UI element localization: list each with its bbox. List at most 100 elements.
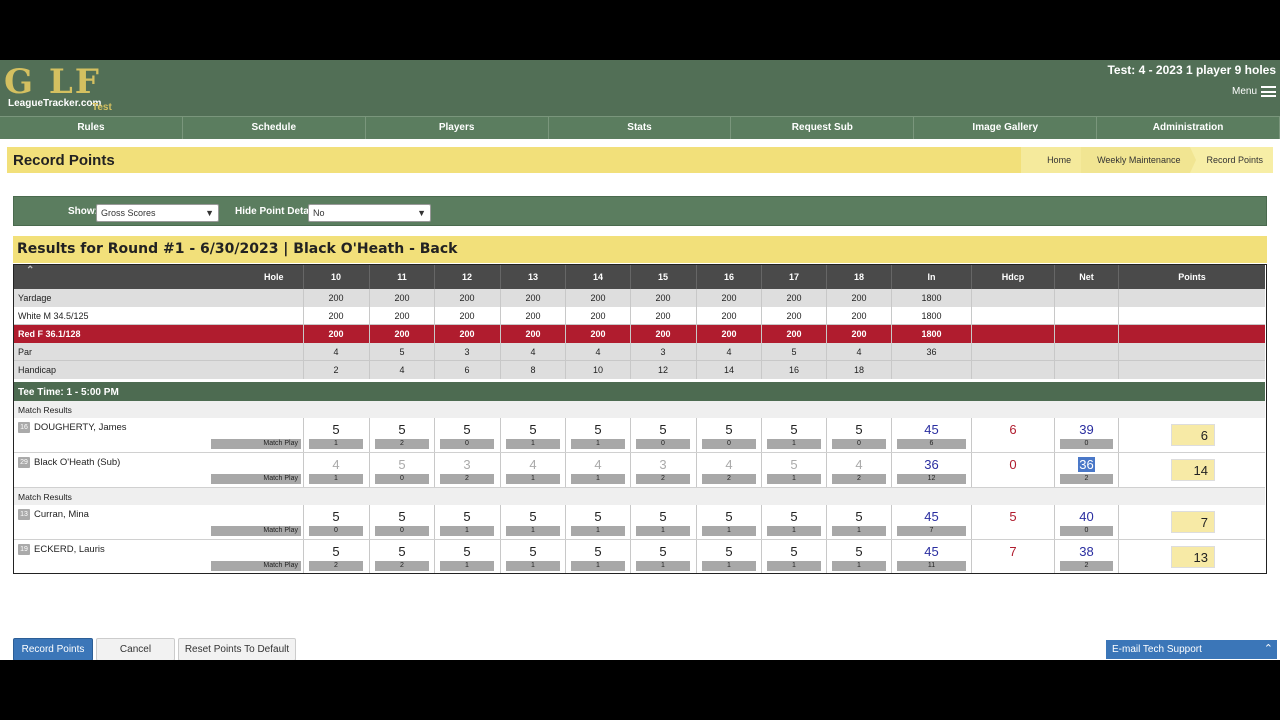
hole-score[interactable]: 5	[304, 544, 368, 559]
info-cell: 16	[761, 361, 826, 379]
reset-points-button[interactable]: Reset Points To Default	[178, 638, 296, 660]
nav-item-players[interactable]: Players	[366, 117, 549, 139]
site-logo[interactable]: G LF LeagueTracker.com Test	[4, 62, 116, 114]
hole-score[interactable]: 3	[631, 457, 695, 472]
hole-score[interactable]: 5	[827, 544, 891, 559]
hole-score[interactable]: 5	[566, 544, 630, 559]
show-select[interactable]: Gross Scores ▼	[96, 204, 219, 222]
hole-score[interactable]: 5	[762, 457, 826, 472]
nav-item-stats[interactable]: Stats	[549, 117, 732, 139]
points-input[interactable]: 7	[1171, 511, 1215, 533]
hole-points: 1	[506, 526, 560, 536]
hole-score[interactable]: 5	[370, 509, 434, 524]
info-hdcp-cell	[971, 307, 1054, 324]
nav-item-administration[interactable]: Administration	[1097, 117, 1280, 139]
hole-score-cell: 51	[826, 540, 891, 573]
hole-score[interactable]: 4	[697, 457, 761, 472]
hole-points: 2	[702, 474, 756, 484]
hole-score-cell: 51	[696, 505, 761, 539]
hole-score[interactable]: 5	[827, 422, 891, 437]
info-points-cell	[1118, 361, 1265, 379]
in-total: 36	[924, 457, 939, 472]
main-nav: Rules Schedule Players Stats Request Sub Imag…	[0, 116, 1280, 139]
player-number-badge: 13	[18, 509, 30, 520]
hole-score[interactable]: 5	[435, 509, 499, 524]
hole-points: 0	[375, 526, 429, 536]
hole-score[interactable]: 5	[762, 544, 826, 559]
hole-score[interactable]: 5	[631, 509, 695, 524]
points-input[interactable]: 13	[1171, 546, 1215, 568]
hole-score[interactable]: 5	[827, 509, 891, 524]
info-cell: 4	[826, 343, 891, 360]
hole-score[interactable]: 5	[501, 509, 565, 524]
nav-item-rules[interactable]: Rules	[0, 117, 183, 139]
hole-score[interactable]: 5	[304, 422, 368, 437]
hole-score[interactable]: 4	[566, 457, 630, 472]
record-points-button[interactable]: Record Points	[13, 638, 93, 660]
nav-item-request-sub[interactable]: Request Sub	[731, 117, 915, 139]
hole-score[interactable]: 5	[762, 509, 826, 524]
info-points-cell	[1118, 307, 1265, 324]
hole-score[interactable]: 5	[501, 544, 565, 559]
hole-points: 1	[767, 474, 821, 484]
match-results-row: Match Results	[14, 401, 1265, 418]
hide-point-detail-select[interactable]: No ▼	[308, 204, 431, 222]
nav-item-image-gallery[interactable]: Image Gallery	[914, 117, 1098, 139]
hole-score[interactable]: 5	[631, 422, 695, 437]
breadcrumb-item-home[interactable]: Home	[1021, 147, 1088, 173]
hole-score[interactable]: 5	[370, 422, 434, 437]
nav-item-schedule[interactable]: Schedule	[183, 117, 366, 139]
hole-score[interactable]: 4	[827, 457, 891, 472]
hole-score[interactable]: 4	[501, 457, 565, 472]
hole-score[interactable]: 5	[370, 544, 434, 559]
hole-score[interactable]: 5	[697, 509, 761, 524]
hole-score[interactable]: 5	[697, 422, 761, 437]
hole-score[interactable]: 5	[370, 457, 434, 472]
info-cell: 200	[826, 307, 891, 324]
breadcrumb-item-record-points[interactable]: Record Points	[1190, 147, 1273, 173]
cancel-button[interactable]: Cancel	[96, 638, 175, 660]
breadcrumb-item-weekly-maintenance[interactable]: Weekly Maintenance	[1081, 147, 1197, 173]
info-net-cell	[1054, 361, 1118, 379]
hole-points: 1	[571, 561, 625, 571]
hole-score[interactable]: 5	[566, 422, 630, 437]
info-cell: 4	[303, 343, 368, 360]
hole-score[interactable]: 3	[435, 457, 499, 472]
info-cell: 200	[761, 325, 826, 343]
hole-score[interactable]: 5	[631, 544, 695, 559]
info-cell: 200	[434, 325, 499, 343]
hole-points: 0	[832, 439, 886, 449]
hole-points: 1	[440, 561, 494, 571]
hole-score[interactable]: 5	[501, 422, 565, 437]
points-input[interactable]: 6	[1171, 424, 1215, 446]
hole-score-cell: 51	[826, 505, 891, 539]
info-in-cell: 36	[891, 343, 971, 360]
net-points: 2	[1060, 561, 1113, 571]
hole-score[interactable]: 5	[435, 544, 499, 559]
info-row-label: White M 34.5/125	[18, 311, 89, 321]
in-total: 45	[924, 509, 939, 524]
menu-button[interactable]: Menu	[1232, 86, 1276, 97]
info-in-cell: 1800	[891, 307, 971, 324]
info-cell: 200	[565, 307, 630, 324]
net-cell: 38 2	[1054, 540, 1118, 573]
hole-score-cell: 42	[696, 453, 761, 487]
hole-points: 1	[309, 439, 363, 449]
player-number-badge: 16	[18, 422, 30, 433]
hole-score[interactable]: 5	[304, 509, 368, 524]
points-input[interactable]: 14	[1171, 459, 1215, 481]
match-play-label: Match Play	[211, 439, 301, 449]
hole-score[interactable]: 5	[566, 509, 630, 524]
chevron-down-icon: ▼	[205, 208, 214, 218]
hole-score[interactable]: 4	[304, 457, 368, 472]
email-tech-support-button[interactable]: E-mail Tech Support ⌃	[1106, 640, 1277, 659]
info-cell: 3	[630, 343, 695, 360]
hole-header-cell: 15	[630, 265, 695, 289]
hole-score[interactable]: 5	[762, 422, 826, 437]
info-cell: 200	[696, 289, 761, 307]
hole-score-cell: 50	[434, 418, 499, 452]
hole-score[interactable]: 5	[697, 544, 761, 559]
chevron-up-icon[interactable]: ⌃	[26, 265, 34, 276]
hole-score[interactable]: 5	[435, 422, 499, 437]
hole-points: 1	[440, 526, 494, 536]
